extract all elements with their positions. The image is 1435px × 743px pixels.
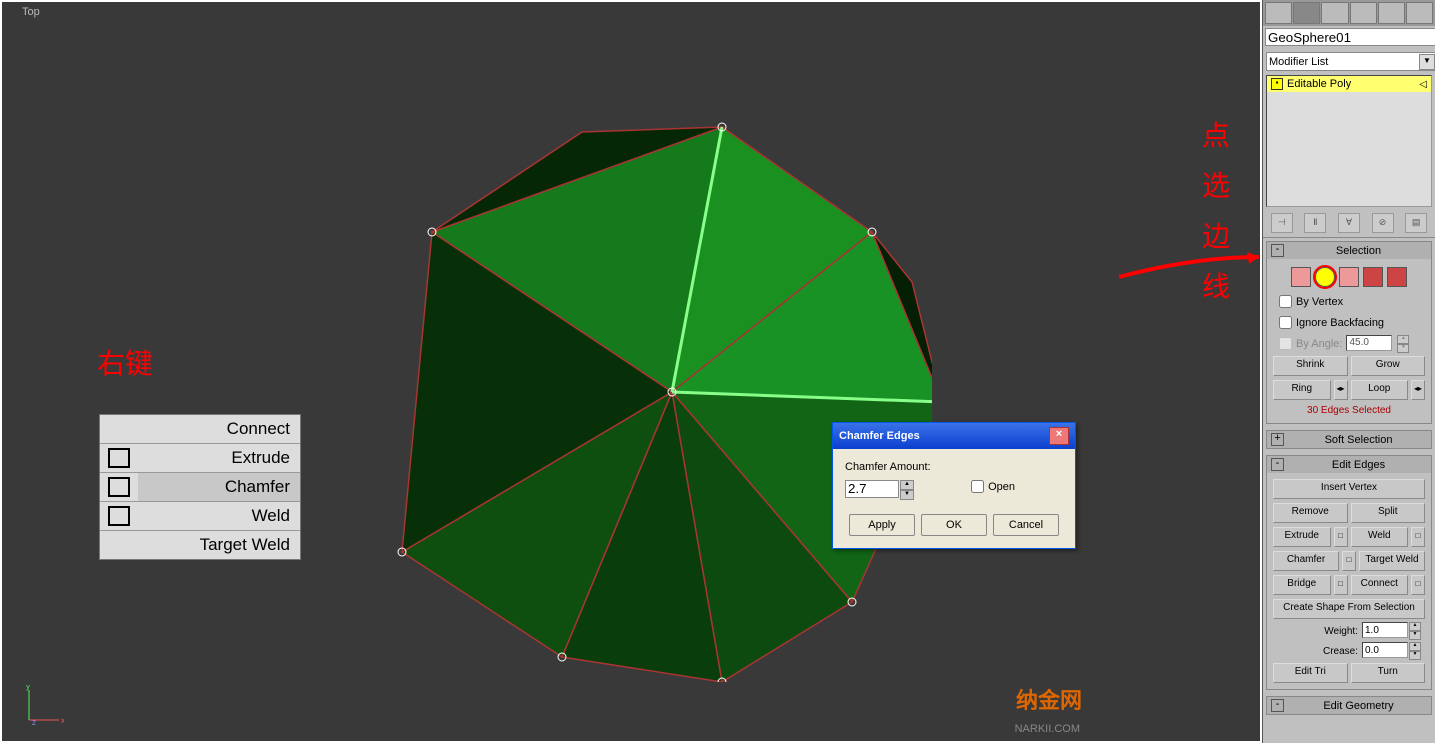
extrude-settings[interactable]: □ <box>1334 527 1348 547</box>
insert-vertex-button[interactable]: Insert Vertex <box>1273 479 1425 499</box>
subobj-border[interactable] <box>1339 267 1359 287</box>
quad-item-extrude[interactable]: Extrude <box>100 444 300 473</box>
target-weld-button[interactable]: Target Weld <box>1359 551 1425 571</box>
dialog-title: Chamfer Edges <box>839 430 920 442</box>
quad-item-chamfer[interactable]: Chamfer <box>100 473 300 502</box>
spinner-up[interactable]: ▲ <box>900 480 914 490</box>
tab-modify[interactable] <box>1293 2 1320 24</box>
geosphere-mesh[interactable] <box>372 122 932 682</box>
subobj-edge[interactable] <box>1315 267 1335 287</box>
remove-button[interactable]: Remove <box>1273 503 1348 523</box>
annotation-arrow <box>1114 252 1264 282</box>
loop-spinner[interactable]: ◂▸ <box>1411 380 1425 400</box>
edit-tri-button[interactable]: Edit Tri <box>1273 663 1348 683</box>
turn-button[interactable]: Turn <box>1351 663 1426 683</box>
crease-input[interactable] <box>1362 642 1408 658</box>
spinner-down[interactable]: ▼ <box>900 490 914 500</box>
connect-settings[interactable]: □ <box>1411 575 1425 595</box>
command-panel: Modifier List ▼ ▪ Editable Poly ◁ ⊣ Ⅱ ∀ … <box>1262 0 1435 743</box>
show-result-button[interactable]: Ⅱ <box>1304 213 1326 233</box>
bridge-settings[interactable]: □ <box>1334 575 1348 595</box>
url-watermark: NARKII.COM <box>1015 723 1080 735</box>
weld-settings[interactable]: □ <box>1411 527 1425 547</box>
modifier-list-dropdown[interactable]: Modifier List ▼ <box>1266 52 1435 71</box>
ok-button[interactable]: OK <box>921 514 987 536</box>
tab-hierarchy[interactable] <box>1321 2 1348 24</box>
connect-button[interactable]: Connect <box>1351 575 1409 595</box>
chamfer-amount-input[interactable] <box>845 480 899 498</box>
svg-text:z: z <box>32 718 36 725</box>
quad-menu: Connect Extrude Chamfer Weld Target Weld <box>99 414 301 560</box>
stack-icon: ◁ <box>1419 79 1427 90</box>
selection-info: 30 Edges Selected <box>1271 402 1427 419</box>
modifier-stack[interactable]: ▪ Editable Poly ◁ <box>1266 75 1432 207</box>
tab-utilities[interactable] <box>1406 2 1433 24</box>
edit-geometry-rollout: -Edit Geometry <box>1266 696 1432 715</box>
svg-text:y: y <box>26 685 30 691</box>
create-shape-button[interactable]: Create Shape From Selection <box>1273 599 1425 619</box>
object-name-input[interactable] <box>1265 28 1435 46</box>
chamfer-settings[interactable]: □ <box>1342 551 1356 571</box>
ignore-backfacing-checkbox[interactable] <box>1279 316 1292 329</box>
selection-rollout: -Selection By Vertex Ignore Backfacing B… <box>1266 241 1432 424</box>
logo-watermark: 纳金网 <box>1016 683 1082 715</box>
weight-input[interactable] <box>1362 622 1408 638</box>
make-unique-button[interactable]: ∀ <box>1338 213 1360 233</box>
shrink-button[interactable]: Shrink <box>1273 356 1348 376</box>
loop-button[interactable]: Loop <box>1351 380 1409 400</box>
quad-item-weld[interactable]: Weld <box>100 502 300 531</box>
viewport-label: Top <box>22 6 40 18</box>
subobj-polygon[interactable] <box>1363 267 1383 287</box>
subobj-element[interactable] <box>1387 267 1407 287</box>
chevron-down-icon: ▼ <box>1419 54 1435 70</box>
ring-button[interactable]: Ring <box>1273 380 1331 400</box>
quad-item-target-weld[interactable]: Target Weld <box>100 531 300 559</box>
pin-stack-button[interactable]: ⊣ <box>1271 213 1293 233</box>
open-checkbox[interactable] <box>971 480 984 493</box>
soft-selection-rollout: +Soft Selection <box>1266 430 1432 449</box>
grow-button[interactable]: Grow <box>1351 356 1426 376</box>
edit-edges-rollout: -Edit Edges Insert Vertex Remove Split E… <box>1266 455 1432 690</box>
annotation-select-edge: 点选边线 <box>1202 112 1230 314</box>
quad-item-connect[interactable]: Connect <box>100 415 300 444</box>
apply-button[interactable]: Apply <box>849 514 915 536</box>
angle-input <box>1346 335 1392 351</box>
tab-display[interactable] <box>1378 2 1405 24</box>
configure-sets-button[interactable]: ▤ <box>1405 213 1427 233</box>
remove-modifier-button[interactable]: ⊘ <box>1372 213 1394 233</box>
weld-button[interactable]: Weld <box>1351 527 1409 547</box>
svg-text:x: x <box>61 716 64 725</box>
chamfer-button[interactable]: Chamfer <box>1273 551 1339 571</box>
cancel-button[interactable]: Cancel <box>993 514 1059 536</box>
subobj-vertex[interactable] <box>1291 267 1311 287</box>
ring-spinner[interactable]: ◂▸ <box>1334 380 1348 400</box>
panel-tabs <box>1263 0 1435 26</box>
axis-gizmo: x y z <box>24 685 64 725</box>
tab-create[interactable] <box>1265 2 1292 24</box>
viewport[interactable]: Top 右键 点选边线 <box>0 0 1262 743</box>
split-button[interactable]: Split <box>1351 503 1426 523</box>
close-icon[interactable]: × <box>1049 427 1069 445</box>
stack-item-editable-poly[interactable]: ▪ Editable Poly ◁ <box>1267 76 1431 92</box>
tab-motion[interactable] <box>1350 2 1377 24</box>
annotation-right-click: 右键 <box>97 342 153 382</box>
chamfer-amount-label: Chamfer Amount: <box>845 461 1063 473</box>
by-vertex-checkbox[interactable] <box>1279 295 1292 308</box>
extrude-button[interactable]: Extrude <box>1273 527 1331 547</box>
expand-icon[interactable]: ▪ <box>1271 78 1283 90</box>
by-angle-checkbox <box>1279 337 1292 350</box>
bridge-button[interactable]: Bridge <box>1273 575 1331 595</box>
chamfer-dialog: Chamfer Edges × Chamfer Amount: ▲▼ Open … <box>832 422 1076 549</box>
